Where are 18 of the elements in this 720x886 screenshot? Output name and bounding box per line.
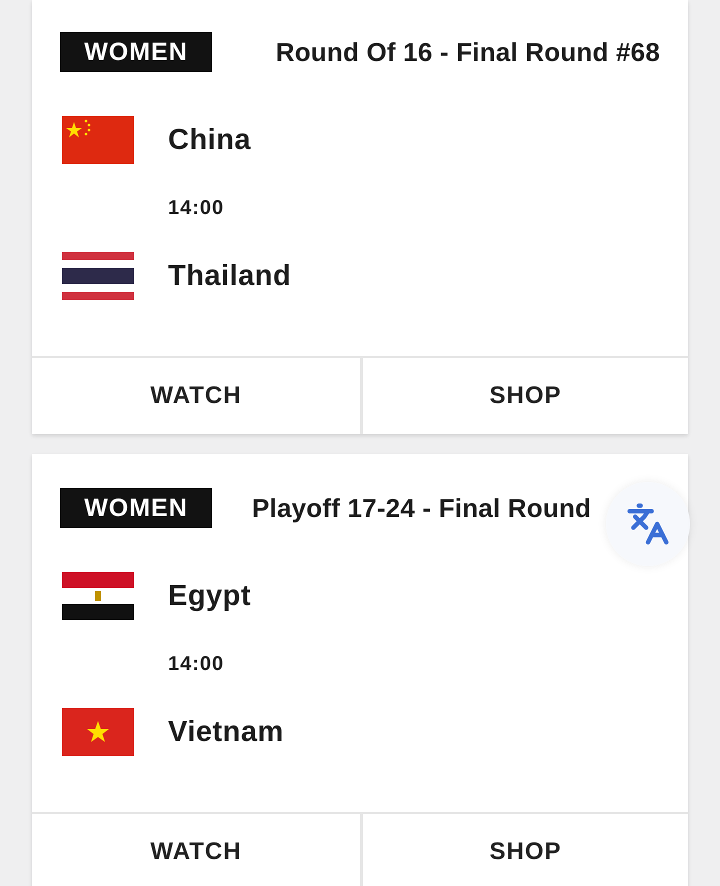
translate-icon <box>626 502 670 546</box>
team-name: Egypt <box>168 580 252 612</box>
shop-button[interactable]: SHOP <box>360 814 688 886</box>
match-time: 14:00 <box>168 652 226 676</box>
round-title: Playoff 17-24 - Final Round <box>252 492 592 524</box>
round-title: Round Of 16 - Final Round #68 <box>274 36 660 68</box>
category-tag: WOMEN <box>60 32 212 72</box>
match-time: 14:00 <box>168 196 226 220</box>
team-name: Thailand <box>168 260 292 292</box>
striped-flag-icon <box>62 252 134 300</box>
star-flag-icon <box>62 708 134 756</box>
team-name: China <box>168 124 252 156</box>
star-flag-icon <box>62 116 134 164</box>
striped-flag-icon <box>62 572 134 620</box>
category-tag: WOMEN <box>60 488 212 528</box>
team-name: Vietnam <box>168 716 284 748</box>
watch-button[interactable]: WATCH <box>32 358 360 434</box>
shop-button[interactable]: SHOP <box>360 358 688 434</box>
